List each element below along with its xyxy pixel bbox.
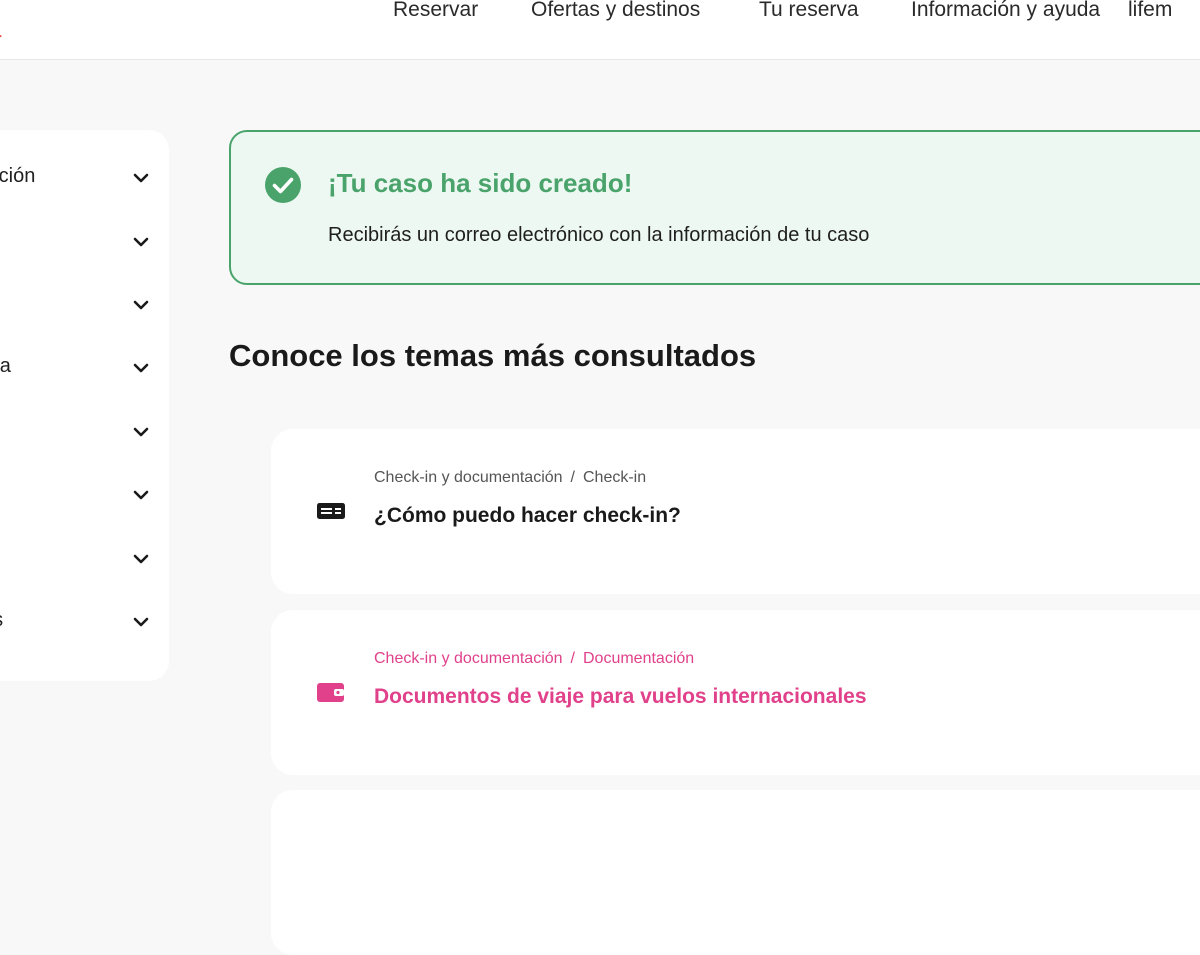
sidebar-item-8[interactable]: os <box>0 597 169 647</box>
banner-message: Recibirás un correo electrónico con la i… <box>328 224 870 246</box>
breadcrumb-subcategory[interactable]: Check-in <box>583 469 646 486</box>
sidebar-item-label: ora <box>0 355 11 377</box>
chevron-down-icon <box>133 173 149 183</box>
top-header: Reservar Ofertas y destinos Tu reserva I… <box>0 0 1200 60</box>
sidebar-item-2[interactable] <box>0 217 169 267</box>
help-sidebar: tación ora os <box>0 130 169 681</box>
banner-title: ¡Tu caso ha sido creado! <box>328 168 633 198</box>
chevron-down-icon <box>133 363 149 373</box>
breadcrumb-separator: / <box>570 650 575 667</box>
sidebar-item-label: os <box>0 609 3 632</box>
chevron-down-icon <box>133 554 149 564</box>
breadcrumb-subcategory[interactable]: Documentación <box>583 650 694 667</box>
sidebar-item-4[interactable]: ora <box>0 343 169 393</box>
wallet-icon <box>317 683 344 702</box>
nav-informacion-ayuda[interactable]: Información y ayuda <box>911 0 1100 22</box>
sidebar-item-1[interactable]: tación <box>0 153 169 203</box>
topic-card-documentos[interactable]: Check-in y documentación / Documentación D… <box>271 610 1200 775</box>
sidebar-item-6[interactable] <box>0 470 169 520</box>
chevron-down-icon <box>133 617 149 627</box>
chevron-down-icon <box>133 427 149 437</box>
chevron-down-icon <box>133 300 149 310</box>
sidebar-item-7[interactable] <box>0 534 169 584</box>
breadcrumb-separator: / <box>570 469 575 486</box>
ticket-icon <box>317 503 345 519</box>
breadcrumb-category[interactable]: Check-in y documentación <box>374 650 563 667</box>
nav-ofertas-destinos[interactable]: Ofertas y destinos <box>531 0 700 22</box>
card-title[interactable]: Documentos de viaje para vuelos internac… <box>374 685 867 709</box>
topic-card-checkin[interactable]: Check-in y documentación / Check-in ¿Cómo … <box>271 429 1200 594</box>
breadcrumb: Check-in y documentación / Check-in <box>374 469 646 487</box>
case-created-banner: ¡Tu caso ha sido creado! Recibirás un co… <box>229 130 1200 285</box>
sidebar-item-5[interactable] <box>0 407 169 457</box>
sidebar-item-label: tación <box>0 165 36 187</box>
check-circle-icon <box>265 167 301 203</box>
topic-card-partial[interactable] <box>271 790 1200 955</box>
card-title[interactable]: ¿Cómo puedo hacer check-in? <box>374 504 681 528</box>
chevron-down-icon <box>133 237 149 247</box>
brand-logo[interactable] <box>0 30 8 40</box>
nav-reservar[interactable]: Reservar <box>393 0 478 22</box>
chevron-down-icon <box>133 490 149 500</box>
nav-lifemiles[interactable]: lifem <box>1128 0 1172 22</box>
breadcrumb-category[interactable]: Check-in y documentación <box>374 469 563 486</box>
sidebar-item-3[interactable] <box>0 280 169 330</box>
nav-tu-reserva[interactable]: Tu reserva <box>759 0 859 22</box>
section-title: Conoce los temas más consultados <box>229 338 757 373</box>
breadcrumb: Check-in y documentación / Documentación <box>374 650 694 668</box>
